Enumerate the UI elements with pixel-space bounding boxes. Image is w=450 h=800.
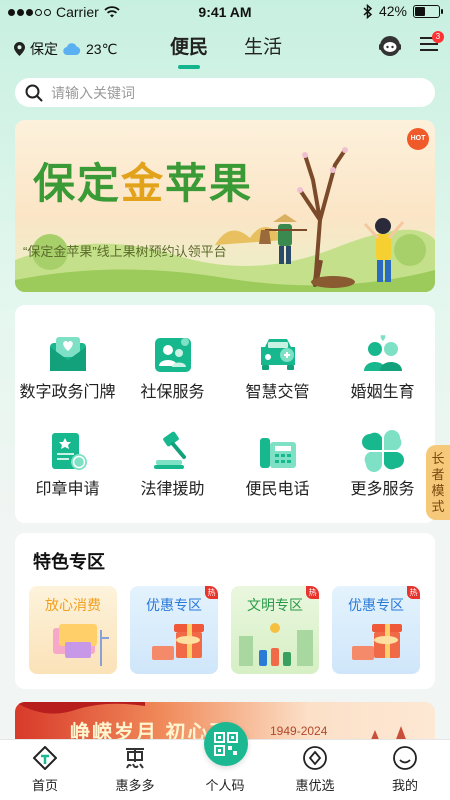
header: 保定 23℃ 便民 生活 3 <box>0 30 450 70</box>
tab-label: 惠多多 <box>115 778 155 793</box>
status-bar: Carrier 9:41 AM 42% <box>0 0 450 24</box>
search-bar[interactable] <box>15 78 435 107</box>
promo-years: 1949-2024 <box>270 724 328 738</box>
service-legal-aid[interactable]: 法律援助 <box>120 430 225 499</box>
qr-code-icon <box>214 732 238 756</box>
service-label: 数字政务门牌 <box>19 384 116 401</box>
customer-service-icon[interactable] <box>378 34 402 58</box>
service-label: 法律援助 <box>140 481 205 498</box>
battery-fill <box>415 6 425 16</box>
circle-select-icon <box>303 746 327 770</box>
service-label: 社保服务 <box>140 384 205 401</box>
battery-percent: 42% <box>378 3 407 19</box>
service-label: 更多服务 <box>350 481 415 498</box>
home-icon <box>33 746 57 770</box>
envelope-heart-icon <box>49 337 86 371</box>
service-smart-traffic[interactable]: 智慧交管 <box>225 333 330 402</box>
service-marriage-birth[interactable]: 婚姻生育 <box>330 333 435 402</box>
search-icon <box>25 84 43 101</box>
tab-shenghuo[interactable]: 生活 <box>244 32 282 69</box>
service-label: 便民电话 <box>245 481 310 498</box>
elder-mode-tab[interactable]: 长者模式 <box>426 445 450 520</box>
services-grid: 数字政务门牌 社保服务 智慧交管 婚姻生育 印章申请 法律援助 便民电话 更多服… <box>15 305 435 523</box>
service-label: 智慧交管 <box>245 384 310 401</box>
banner-subtitle: “保定金苹果”线上果树预约认领平台 <box>23 244 227 259</box>
cloud-icon <box>63 43 81 55</box>
people-card-icon <box>154 338 191 372</box>
banner-golden-apple[interactable]: 保定金苹果 “保定金苹果”线上果树预约认领平台 HOT <box>15 120 435 292</box>
telephone-icon <box>259 438 296 468</box>
notification-badge: 3 <box>432 30 444 43</box>
tab-label: 首页 <box>31 778 58 793</box>
tab-label: 我的 <box>391 778 418 793</box>
gift-box-icon <box>152 624 204 660</box>
user-face-icon <box>393 746 417 770</box>
gift-box-icon <box>352 624 402 660</box>
qr-button <box>204 722 248 766</box>
battery-icon <box>413 4 443 18</box>
location-pin-icon <box>14 42 25 56</box>
featured-card-discount-2[interactable]: 优惠专区 热 <box>332 586 420 674</box>
hot-badge: HOT <box>407 128 429 150</box>
service-seal-application[interactable]: 印章申请 <box>15 430 120 499</box>
top-tabs: 便民 生活 <box>170 32 282 69</box>
bottom-tab-bar: 首页 惠多多 个人码 惠优选 我的 <box>0 722 450 800</box>
tab-label: 个人码 <box>205 778 245 793</box>
tab-label: 惠优选 <box>295 778 335 793</box>
search-input[interactable] <box>51 84 391 101</box>
gavel-icon <box>153 431 186 469</box>
banner-title: 保定金苹果 <box>33 159 254 208</box>
location-weather[interactable]: 保定 23℃ <box>14 39 117 59</box>
featured-card-civilization[interactable]: 文明专区 热 <box>231 586 319 674</box>
bluetooth-icon <box>363 3 373 19</box>
four-leaf-icon <box>361 430 404 472</box>
service-public-phone[interactable]: 便民电话 <box>225 430 330 499</box>
city-people-illustration <box>239 623 313 666</box>
shopping-illustration <box>53 624 109 666</box>
service-more[interactable]: 更多服务 <box>330 430 435 499</box>
service-label: 婚姻生育 <box>350 384 415 401</box>
seal-document-icon <box>51 433 87 470</box>
featured-card-assured-consumption[interactable]: 放心消费 <box>29 586 117 674</box>
hui-icon <box>126 748 144 769</box>
couple-icon <box>363 335 402 371</box>
tab-bianmin[interactable]: 便民 <box>170 32 208 69</box>
featured-title: 特色专区 <box>33 552 105 572</box>
car-icon <box>260 339 295 370</box>
temperature: 23℃ <box>86 40 118 57</box>
menu-button[interactable]: 3 <box>420 30 444 57</box>
header-icons: 3 <box>378 30 444 58</box>
service-social-security[interactable]: 社保服务 <box>120 333 225 402</box>
featured-section: 特色专区 放心消费 优惠专区 热 文明专区 热 优惠专区 热 <box>15 533 435 689</box>
service-label: 印章申请 <box>35 481 100 498</box>
city-name: 保定 <box>30 41 58 57</box>
featured-card-discount-1[interactable]: 优惠专区 热 <box>130 586 218 674</box>
status-right: 42% <box>363 3 443 19</box>
service-digital-doorplate[interactable]: 数字政务门牌 <box>15 333 120 402</box>
